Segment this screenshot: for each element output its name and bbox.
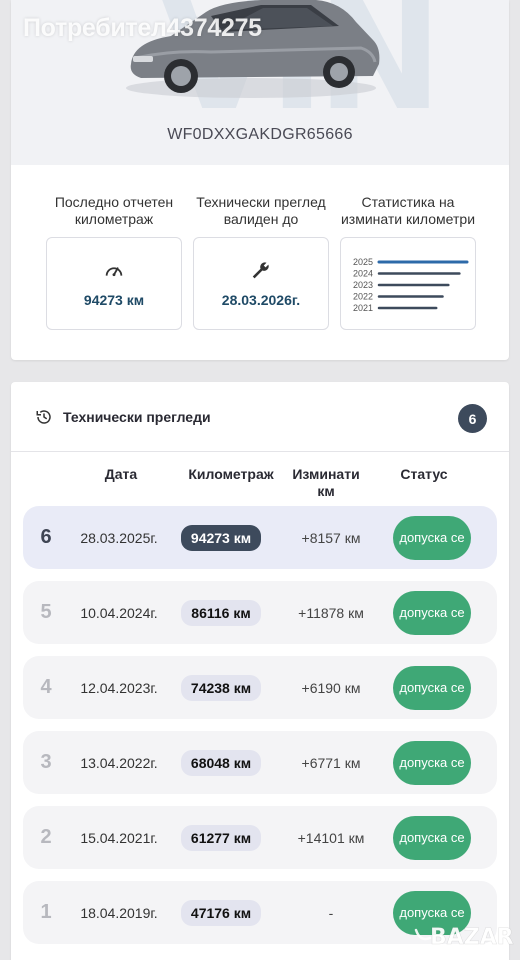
chart-year-label: 2023 xyxy=(353,280,373,290)
row-diff: - xyxy=(328,904,334,921)
table-row[interactable]: 2 15.04.2021г. 61277 км +14101 км допуска се xyxy=(23,806,497,869)
row-diff: +6771 км xyxy=(301,754,361,771)
row-mileage: 94273 км xyxy=(180,524,262,551)
status-badge: допуска се xyxy=(393,740,471,785)
row-mileage-cell: 74238 км xyxy=(171,656,271,719)
chart-year-label: 2022 xyxy=(353,292,373,302)
vin-number: WF0DXXGAKDGR65666 xyxy=(167,126,353,143)
inspection-stat: Технически преглед валиден до 28.03.2026… xyxy=(192,185,330,330)
history-icon xyxy=(36,409,51,424)
table-row[interactable]: 6 28.03.2025г. 94273 км +8157 км допуска се xyxy=(23,506,497,569)
mileage-chart: 2025 20242023 20222021 xyxy=(353,257,469,313)
row-number: 5 xyxy=(40,601,52,623)
table-row[interactable]: 3 13.04.2022г. 68048 км +6771 км допуска се xyxy=(23,731,497,794)
row-diff: +6190 км xyxy=(301,679,361,696)
row-diff: +11878 км xyxy=(298,604,364,621)
row-status-cell: допуска се xyxy=(391,506,473,569)
chart-year-label: 2025 xyxy=(353,257,373,267)
inspection-box: 28.03.2026г. xyxy=(193,237,329,330)
header-diff: Изминати км xyxy=(292,466,360,499)
table-header: Дата Километраж Изминати км Статус xyxy=(11,452,509,507)
row-date: 12.04.2023г. xyxy=(80,679,158,696)
row-number: 1 xyxy=(40,901,52,923)
row-number: 3 xyxy=(40,751,52,773)
row-mileage: 61277 км xyxy=(180,824,262,851)
mileage-stat: Последно отчетен километраж 94273 км xyxy=(45,185,183,330)
row-mileage: 74238 км xyxy=(180,674,262,701)
row-date: 18.04.2019г. xyxy=(80,904,158,921)
mileage-chart-stat[interactable]: Статистика на изминати километри 2025 202… xyxy=(339,185,477,330)
row-status-cell: допуска се xyxy=(391,806,473,869)
row-date: 15.04.2021г. xyxy=(80,829,158,846)
row-diff: +8157 км xyxy=(301,529,361,546)
status-badge: допуска се xyxy=(393,515,471,560)
mileage-label: Последно отчетен километраж xyxy=(54,194,174,227)
chart-label: Статистика на изминати километри xyxy=(340,194,476,227)
row-mileage: 47176 км xyxy=(180,899,262,926)
row-status-cell: допуска се xyxy=(391,581,473,644)
row-mileage-cell: 94273 км xyxy=(171,506,271,569)
username: Потребител4374275 xyxy=(23,14,262,42)
bazar-logo: BAZAR xyxy=(414,925,514,950)
row-date: 28.03.2025г. xyxy=(80,529,158,546)
chart-year-label: 2021 xyxy=(353,303,373,313)
status-badge: допуска се xyxy=(393,590,471,635)
row-status-cell: допуска се xyxy=(391,731,473,794)
mileage-chart-box[interactable]: 2025 2024 2023 2022 2021 xyxy=(340,237,476,330)
header-mileage: Километраж xyxy=(188,466,274,482)
inspection-label: Технически преглед валиден до xyxy=(196,194,326,227)
row-number: 2 xyxy=(40,826,52,848)
inspections-title: Технически прегледи xyxy=(63,408,211,425)
mileage-box: 94273 км xyxy=(46,237,182,330)
inspections-card: Технически прегледи 6 Дата Километраж Из… xyxy=(11,382,509,960)
row-date: 10.04.2024г. xyxy=(80,604,158,621)
status-badge: допуска се xyxy=(393,815,471,860)
mileage-value: 94273 км xyxy=(83,291,145,308)
speedometer-icon xyxy=(105,266,123,276)
row-mileage: 68048 км xyxy=(180,749,262,776)
row-number: 6 xyxy=(40,526,52,548)
row-mileage: 86116 км xyxy=(181,599,261,626)
svg-text:BAZAR: BAZAR xyxy=(430,925,514,950)
inspection-value: 28.03.2026г. xyxy=(221,291,301,308)
row-mileage-cell: 47176 км xyxy=(171,881,271,944)
chart-year-label: 2024 xyxy=(353,269,373,279)
table-row[interactable]: 4 12.04.2023г. 74238 км +6190 км допуска се xyxy=(23,656,497,719)
table-row[interactable]: 5 10.04.2024г. 86116 км +11878 км допуска се xyxy=(23,581,497,644)
header-status: Статус xyxy=(400,466,448,482)
status-badge: допуска се xyxy=(393,665,471,710)
inspections-header: Технически прегледи 6 xyxy=(11,382,509,452)
row-date: 13.04.2022г. xyxy=(80,754,158,771)
row-mileage-cell: 61277 км xyxy=(171,806,271,869)
row-mileage-cell: 68048 км xyxy=(171,731,271,794)
row-diff: +14101 км xyxy=(297,829,365,846)
row-mileage-cell: 86116 км xyxy=(171,581,271,644)
vehicle-hero: VIN Потребител4374275 WF0DXXGAKDGR65666 xyxy=(11,0,509,165)
inspections-count-badge: 6 xyxy=(458,404,487,433)
header-date: Дата xyxy=(104,466,138,482)
vehicle-summary-card: VIN Потребител4374275 WF0DXXGAKDGR65666 … xyxy=(11,0,509,360)
wrench-icon xyxy=(252,261,269,278)
row-number: 4 xyxy=(40,676,52,698)
row-status-cell: допуска се xyxy=(391,656,473,719)
